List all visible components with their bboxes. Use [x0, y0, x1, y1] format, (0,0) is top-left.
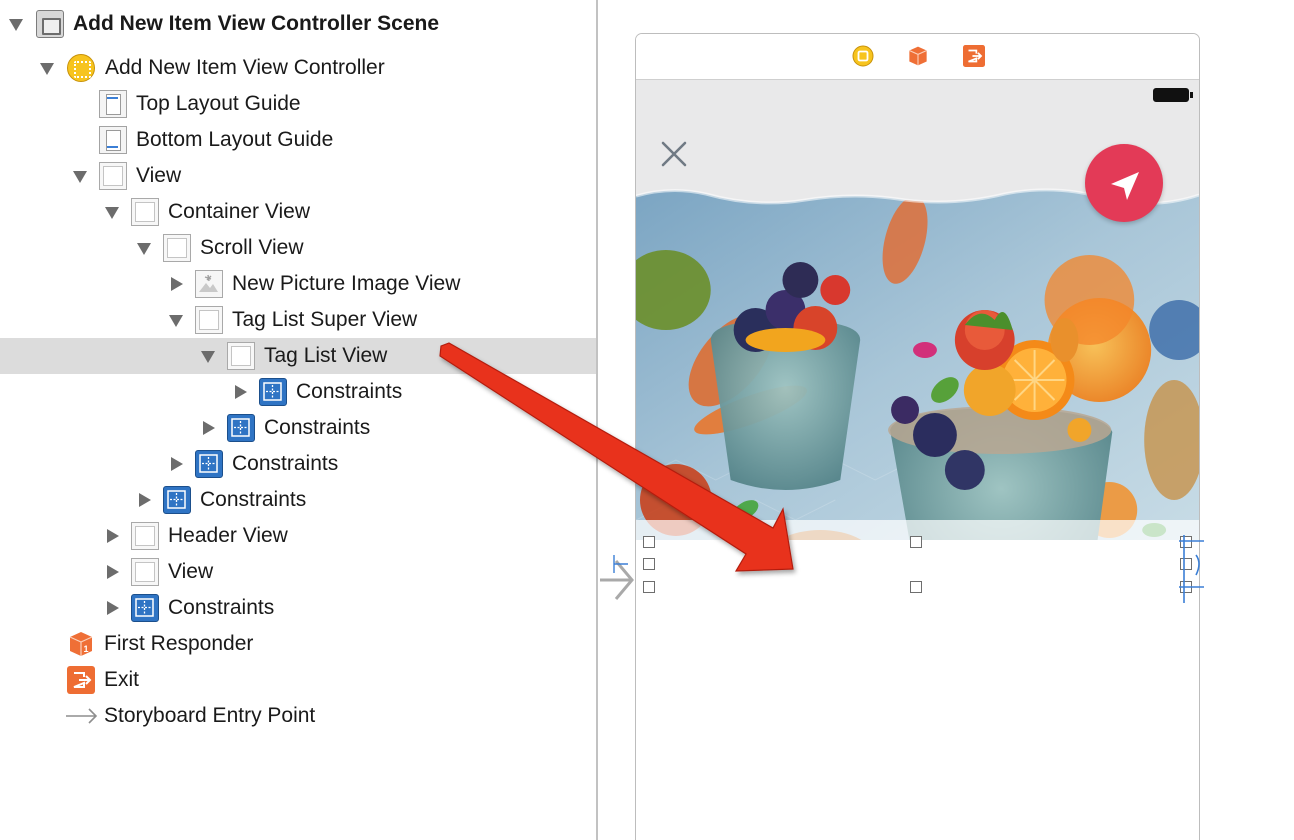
outline-item-view[interactable]: View — [0, 554, 596, 590]
resize-handle-bottom-left[interactable] — [643, 581, 655, 593]
outline-item-constraints[interactable]: Constraints — [0, 446, 596, 482]
outline-item-label: Container View — [168, 200, 311, 223]
layout-guide-icon — [99, 126, 127, 154]
outline-item-label: Exit — [104, 668, 140, 691]
outline-item-label: Tag List Super View — [232, 308, 418, 331]
view-icon — [99, 162, 127, 190]
outline-item-label: Header View — [168, 524, 288, 547]
outline-item-constraints[interactable]: Constraints — [0, 482, 596, 518]
disclosure-triangle-icon[interactable] — [73, 171, 87, 183]
exit-icon[interactable] — [963, 45, 985, 67]
outline-item-label: View — [136, 164, 182, 187]
entry-point-arrow-icon — [64, 702, 98, 730]
scene-dock — [636, 34, 1199, 80]
disclosure-triangle-icon[interactable] — [171, 457, 183, 471]
outline-item-constraints[interactable]: Constraints — [0, 590, 596, 626]
constraint-indicator-icon — [613, 555, 628, 573]
outline-item-new-picture-image-view[interactable]: New Picture Image View — [0, 266, 596, 302]
view-controller-icon — [67, 54, 95, 82]
outline-item-exit[interactable]: Exit — [0, 662, 596, 698]
outline-item-tag-list-super-view[interactable]: Tag List Super View — [0, 302, 596, 338]
food-photo[interactable] — [636, 180, 1199, 540]
outline-item-label: Constraints — [232, 452, 339, 475]
outline-item-tag-list-view[interactable]: Tag List View — [0, 338, 596, 374]
document-outline: Add New Item View Controller Scene Add N… — [0, 0, 596, 840]
disclosure-triangle-icon[interactable] — [105, 207, 119, 219]
disclosure-triangle-icon[interactable] — [107, 565, 119, 579]
resize-handle-bottom[interactable] — [910, 581, 922, 593]
view-icon — [227, 342, 255, 370]
storyboard-canvas[interactable] — [598, 0, 1294, 840]
outline-item-label: Add New Item View Controller — [105, 56, 385, 79]
outline-item-bottom-layout-guide[interactable]: Bottom Layout Guide — [0, 122, 596, 158]
outline-item-label: Tag List View — [264, 344, 388, 367]
outline-item-top-layout-guide[interactable]: Top Layout Guide — [0, 86, 596, 122]
outline-item-view[interactable]: View — [0, 158, 596, 194]
outline-item-constraints[interactable]: Constraints — [0, 374, 596, 410]
outline-item-label: Top Layout Guide — [136, 92, 301, 115]
outline-item-scroll-view[interactable]: Scroll View — [0, 230, 596, 266]
disclosure-triangle-icon[interactable] — [203, 421, 215, 435]
resize-handle-top[interactable] — [910, 536, 922, 548]
constraints-icon — [131, 594, 159, 622]
constraints-icon — [195, 450, 223, 478]
outline-item-label: First Responder — [104, 632, 254, 655]
view-controller-icon[interactable] — [852, 45, 874, 67]
first-responder-icon: 1 — [67, 630, 95, 658]
view-icon — [131, 522, 159, 550]
disclosure-triangle-icon[interactable] — [139, 493, 151, 507]
first-responder-icon[interactable] — [907, 45, 929, 67]
disclosure-triangle-icon[interactable] — [40, 63, 54, 75]
send-button[interactable] — [1085, 144, 1163, 222]
constraints-icon — [227, 414, 255, 442]
outline-item-label: Add New Item View Controller Scene — [73, 12, 440, 35]
disclosure-triangle-icon[interactable] — [107, 601, 119, 615]
outline-item-label: Constraints — [200, 488, 307, 511]
disclosure-triangle-icon[interactable] — [201, 351, 215, 363]
outline-item-label: Scroll View — [200, 236, 304, 259]
outline-item-label: Constraints — [296, 380, 403, 403]
scroll-view-icon — [163, 234, 191, 262]
send-icon — [1111, 172, 1139, 200]
resize-handle-top-left[interactable] — [643, 536, 655, 548]
outline-item-constraints[interactable]: Constraints — [0, 410, 596, 446]
outline-item-label: New Picture Image View — [232, 272, 461, 295]
constraints-icon — [163, 486, 191, 514]
constraint-indicator-icon — [1179, 535, 1204, 603]
scene-frame[interactable] — [635, 33, 1200, 840]
battery-icon — [1153, 88, 1193, 102]
outline-item-label: View — [168, 560, 214, 583]
resize-handle-left[interactable] — [643, 558, 655, 570]
view-icon — [195, 306, 223, 334]
view-icon — [131, 558, 159, 586]
outline-item-label: Constraints — [264, 416, 371, 439]
disclosure-triangle-icon[interactable] — [107, 529, 119, 543]
device-screen[interactable] — [636, 80, 1199, 540]
outline-item-first-responder[interactable]: 1 First Responder — [0, 626, 596, 662]
svg-text:1: 1 — [84, 644, 89, 654]
outline-item-label: Bottom Layout Guide — [136, 128, 334, 151]
disclosure-triangle-icon[interactable] — [9, 19, 23, 31]
scene-icon — [36, 10, 64, 38]
constraints-icon — [259, 378, 287, 406]
close-icon[interactable] — [658, 138, 690, 170]
disclosure-triangle-icon[interactable] — [137, 243, 151, 255]
outline-item-header-view[interactable]: Header View — [0, 518, 596, 554]
exit-icon — [67, 666, 95, 694]
outline-item-view-controller[interactable]: Add New Item View Controller — [0, 50, 596, 86]
view-icon — [131, 198, 159, 226]
image-view-icon — [195, 270, 223, 298]
outline-item-label: Constraints — [168, 596, 275, 619]
disclosure-triangle-icon[interactable] — [169, 315, 183, 327]
disclosure-triangle-icon[interactable] — [235, 385, 247, 399]
outline-item-scene[interactable]: Add New Item View Controller Scene — [0, 6, 596, 42]
disclosure-triangle-icon[interactable] — [171, 277, 183, 291]
outline-item-storyboard-entry-point[interactable]: Storyboard Entry Point — [0, 698, 596, 734]
layout-guide-icon — [99, 90, 127, 118]
outline-item-label: Storyboard Entry Point — [104, 704, 316, 727]
outline-item-container-view[interactable]: Container View — [0, 194, 596, 230]
